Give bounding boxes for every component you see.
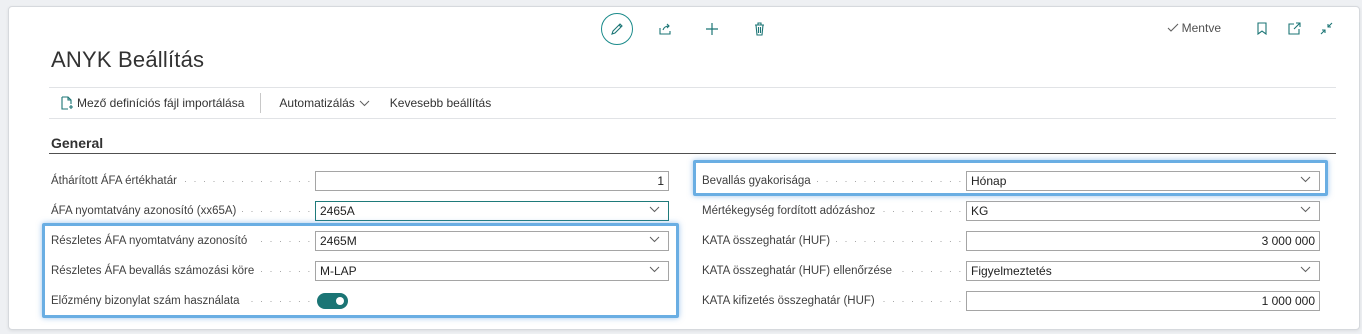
delete-button[interactable] <box>744 14 774 44</box>
chevron-down-icon <box>359 100 370 106</box>
field-label: · · · · · · · · · · · · · · · · · · · · … <box>702 265 966 277</box>
reverse-tax-unit-select[interactable]: KG <box>966 201 1320 221</box>
top-action-bar <box>601 13 774 45</box>
kata-payment-limit-input[interactable]: 1 000 000 <box>966 291 1320 311</box>
check-icon <box>1167 23 1179 32</box>
field-row-kata-limit: · · · · · · · · · · · · · · · · · · · · … <box>702 229 1320 253</box>
open-new-window-button[interactable] <box>1283 17 1305 39</box>
chevron-down-icon <box>1300 266 1311 273</box>
field-label: · · · · · · · · · · · · · · · · · · · · … <box>51 175 315 187</box>
pencil-icon <box>611 23 623 35</box>
collapse-icon <box>1320 22 1332 34</box>
field-label: · · · · · · · · · · · · · · · · · · · · … <box>702 295 966 307</box>
field-row-reverse-vat-limit: · · · · · · · · · · · · · · · · · · · · … <box>51 169 669 193</box>
field-row-kata-payment-limit: · · · · · · · · · · · · · · · · · · · · … <box>702 289 1320 313</box>
page-title: ANYK Beállítás <box>51 47 205 72</box>
chevron-down-icon <box>649 206 660 213</box>
field-row-vat-form-id: · · · · · · · · · · · · · · · · · · · · … <box>51 199 669 223</box>
import-action-label: Mező definíciós fájl importálása <box>77 96 245 110</box>
field-row-reverse-tax-unit: · · · · · · · · · · · · · · · · · · · · … <box>702 199 1320 223</box>
section-divider <box>49 153 1336 154</box>
page-right-actions: Mentve <box>1167 17 1337 39</box>
collapse-button[interactable] <box>1315 17 1337 39</box>
share-icon <box>659 23 671 35</box>
edit-button[interactable] <box>601 13 633 45</box>
saved-status: Mentve <box>1167 21 1221 35</box>
field-label: · · · · · · · · · · · · · · · · · · · · … <box>702 235 966 247</box>
import-file-icon <box>61 96 73 110</box>
trash-icon <box>754 22 764 36</box>
show-less-label: Kevesebb beállítás <box>389 96 492 110</box>
vat-form-id-select[interactable]: 2465A <box>315 201 669 221</box>
field-label: · · · · · · · · · · · · · · · · · · · · … <box>702 205 966 217</box>
action-separator <box>260 93 262 113</box>
reverse-vat-limit-input[interactable]: 1 <box>315 171 669 191</box>
kata-limit-input[interactable]: 3 000 000 <box>966 231 1320 251</box>
automation-label: Automatizálás <box>279 96 355 110</box>
open-new-icon <box>1287 21 1301 35</box>
chevron-down-icon <box>1300 206 1311 213</box>
automation-menu[interactable]: Automatizálás <box>269 92 379 114</box>
section-title: General <box>51 135 104 151</box>
import-definition-file-action[interactable]: Mező definíciós fájl importálása <box>49 92 254 114</box>
show-less-action[interactable]: Kevesebb beállítás <box>380 92 501 114</box>
share-button[interactable] <box>650 14 680 44</box>
bookmark-button[interactable] <box>1251 17 1273 39</box>
field-label: · · · · · · · · · · · · · · · · · · · · … <box>51 205 315 217</box>
page-card: Mentve ANYK Beállítás Mező definíciós fá… <box>8 6 1360 330</box>
bookmark-icon <box>1257 21 1267 35</box>
saved-label: Mentve <box>1181 21 1221 35</box>
kata-limit-check-select[interactable]: Figyelmeztetés <box>966 261 1320 281</box>
plus-icon <box>706 23 718 35</box>
field-row-kata-limit-check: · · · · · · · · · · · · · · · · · · · · … <box>702 259 1320 283</box>
action-bar: Mező definíciós fájl importálása Automat… <box>49 87 1336 119</box>
new-button[interactable] <box>697 14 727 44</box>
